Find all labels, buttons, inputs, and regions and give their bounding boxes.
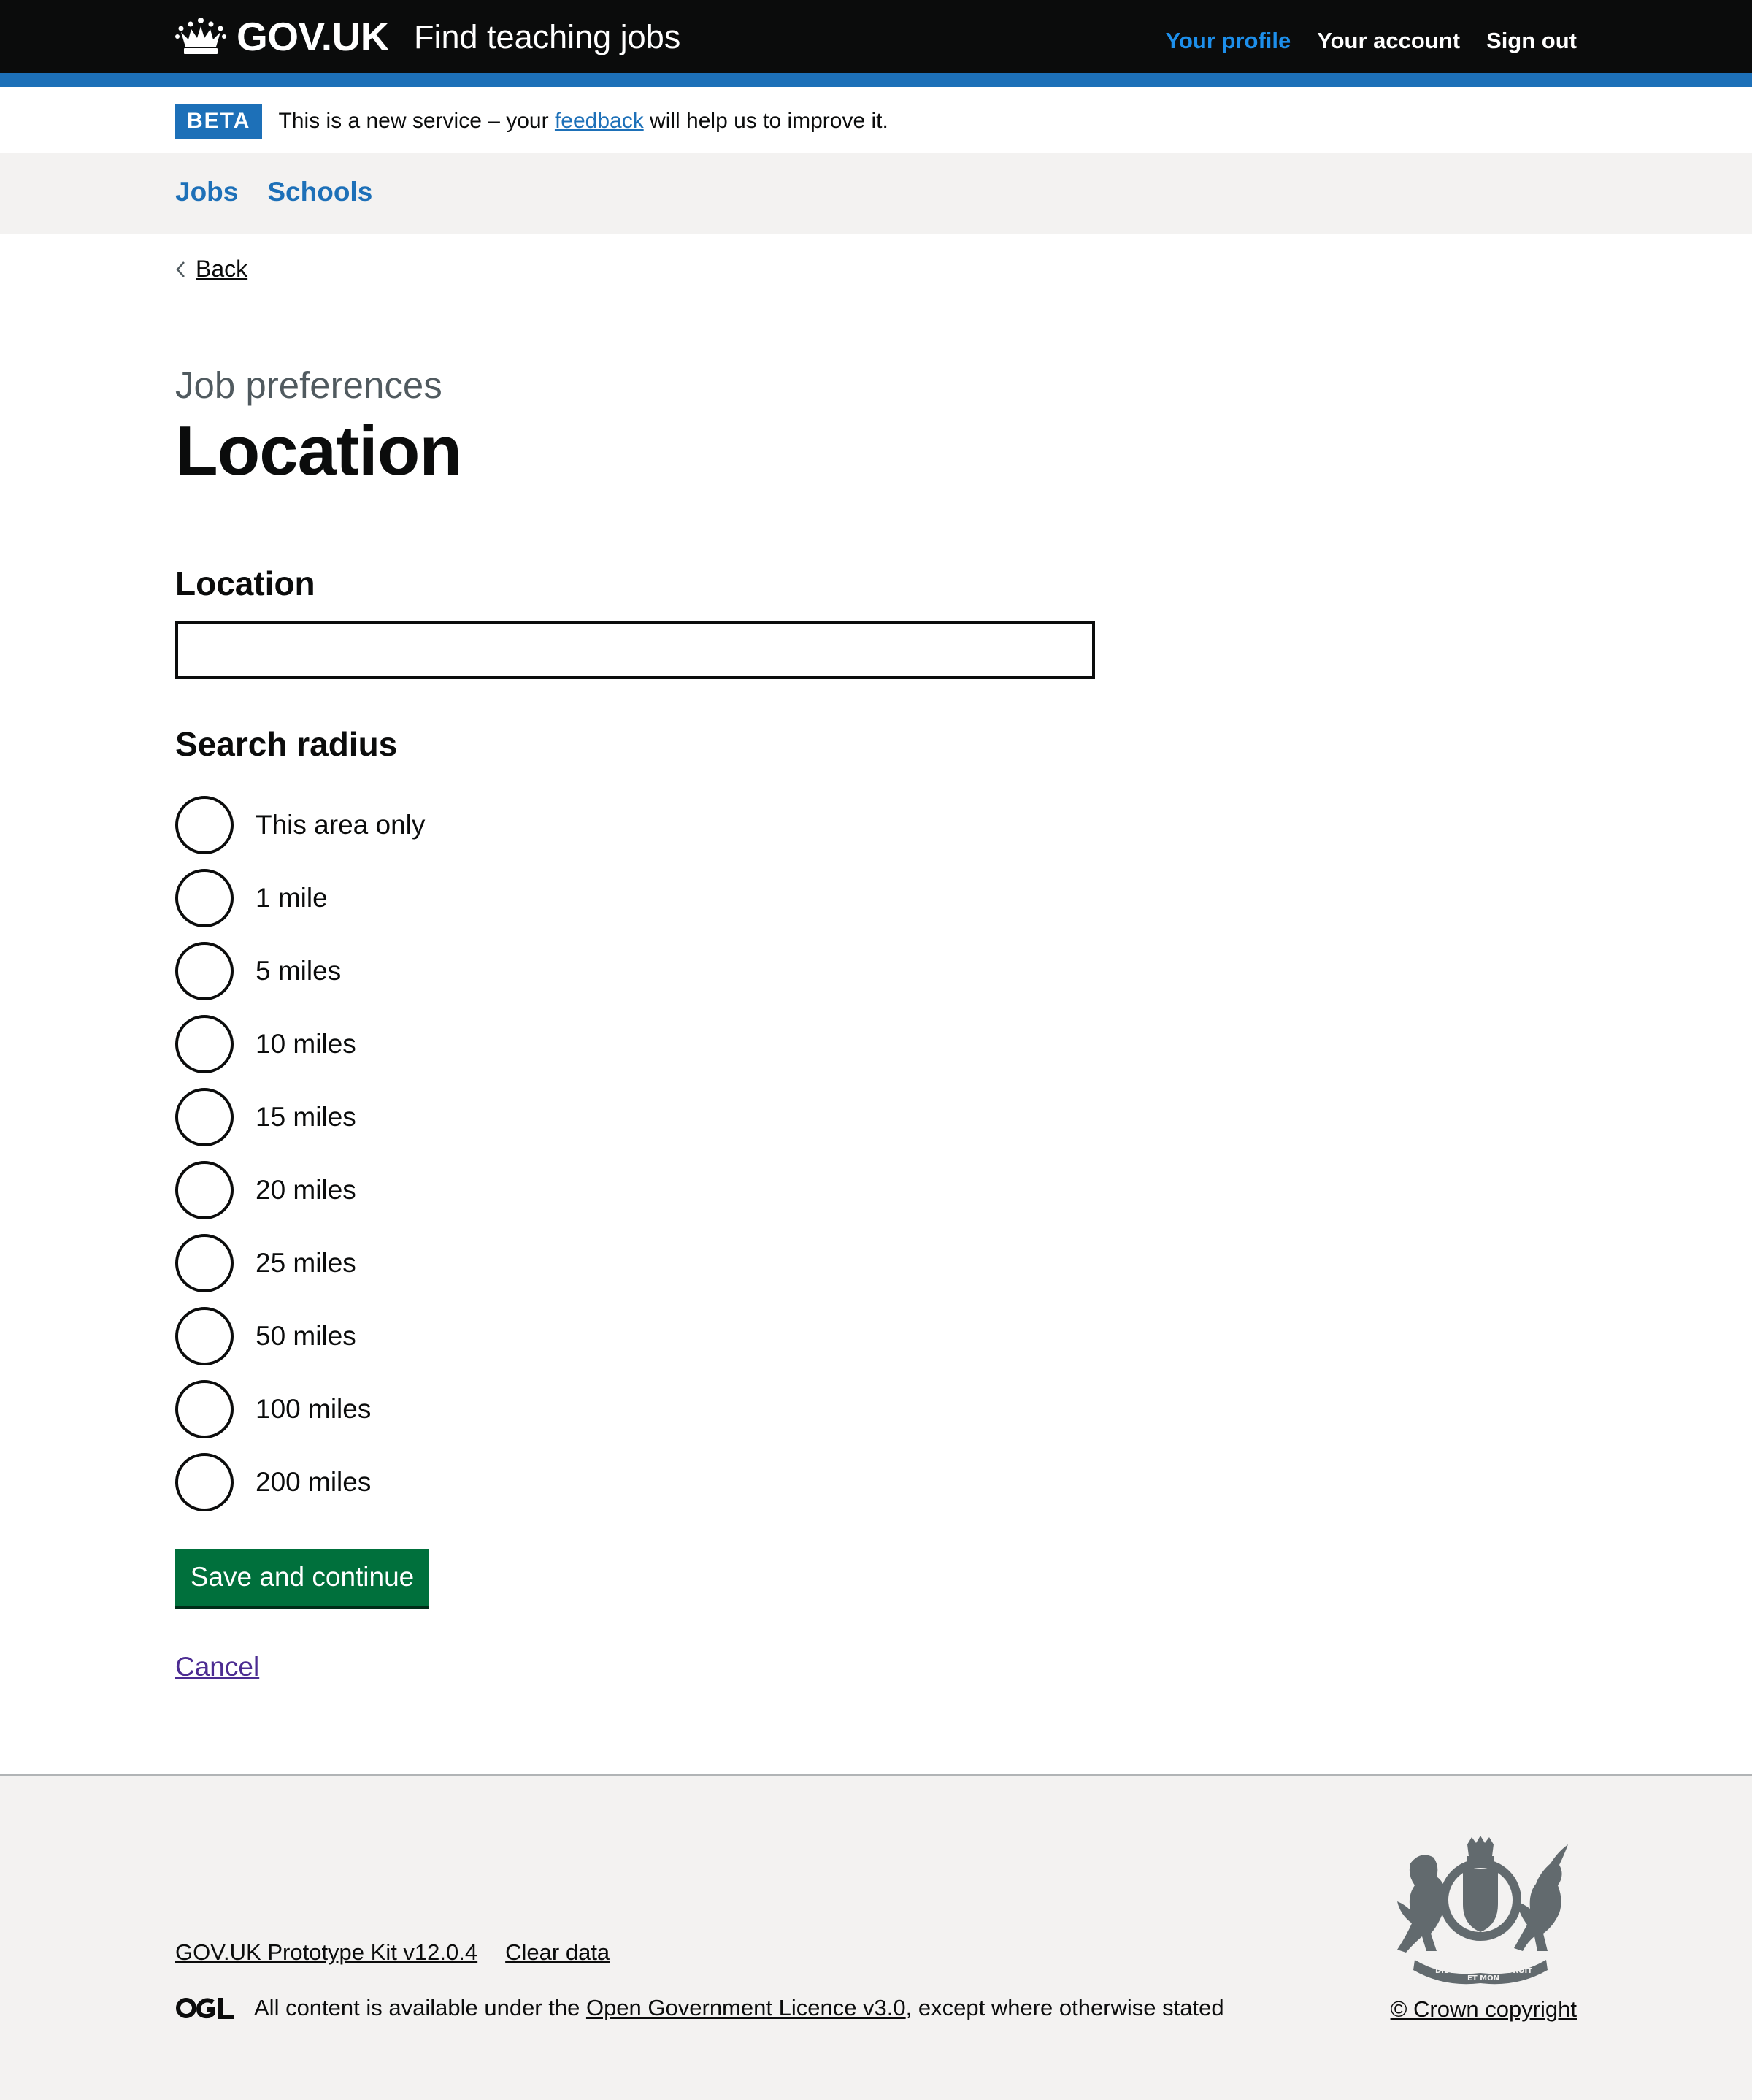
radio-1-mile[interactable]: 1 mile xyxy=(175,862,328,935)
radio-this-area-only[interactable]: This area only xyxy=(175,789,425,862)
prototype-kit-link[interactable]: GOV.UK Prototype Kit v12.0.4 xyxy=(175,1939,477,1966)
primary-navigation: Jobs Schools xyxy=(0,153,1752,234)
govuk-logo-link[interactable]: GOV.UK xyxy=(175,13,389,60)
ogl-licence-link[interactable]: Open Government Licence v3.0 xyxy=(586,1995,906,2020)
radio-label[interactable]: 100 miles xyxy=(256,1394,371,1425)
nav-your-account[interactable]: Your account xyxy=(1317,28,1460,54)
radio-15-miles[interactable]: 15 miles xyxy=(175,1081,356,1154)
clear-data-link[interactable]: Clear data xyxy=(505,1939,610,1966)
radio-button[interactable] xyxy=(175,942,234,1000)
cancel-link[interactable]: Cancel xyxy=(175,1652,259,1682)
radio-100-miles[interactable]: 100 miles xyxy=(175,1373,371,1446)
radio-label[interactable]: 50 miles xyxy=(256,1321,356,1352)
crown-icon xyxy=(175,18,226,54)
feedback-link[interactable]: feedback xyxy=(555,109,644,133)
radio-button[interactable] xyxy=(175,1161,234,1219)
phase-text-before: This is a new service – your xyxy=(278,109,555,133)
subnav-jobs[interactable]: Jobs xyxy=(175,177,238,207)
radio-20-miles[interactable]: 20 miles xyxy=(175,1154,356,1227)
footer-links: GOV.UK Prototype Kit v12.0.4 Clear data xyxy=(175,1939,610,1966)
radio-label[interactable]: 15 miles xyxy=(256,1102,356,1133)
phase-text-after: will help us to improve it. xyxy=(643,109,888,133)
radio-10-miles[interactable]: 10 miles xyxy=(175,1008,356,1081)
back-link[interactable]: Back xyxy=(196,256,247,283)
crown-copyright-link[interactable]: © Crown copyright xyxy=(1391,1996,1577,2023)
radio-label[interactable]: 1 mile xyxy=(256,883,328,913)
service-name[interactable]: Find teaching jobs xyxy=(414,19,680,55)
phase-banner-text: This is a new service – your feedback wi… xyxy=(278,109,888,134)
location-label: Location xyxy=(175,564,315,602)
radio-button[interactable] xyxy=(175,1088,234,1146)
radio-label[interactable]: This area only xyxy=(256,810,425,840)
licence-text-after: , except where otherwise stated xyxy=(905,1995,1224,2020)
crest-motto-et-mon: ET MON xyxy=(1467,1974,1499,1982)
beta-tag: BETA xyxy=(175,104,263,139)
licence-text: All content is available under the Open … xyxy=(254,1995,1224,2021)
search-radius-legend: Search radius xyxy=(175,725,398,763)
radio-5-miles[interactable]: 5 miles xyxy=(175,935,341,1008)
ogl-logo-icon xyxy=(176,1998,234,2019)
radio-label[interactable]: 200 miles xyxy=(256,1467,371,1498)
radio-button[interactable] xyxy=(175,1234,234,1292)
radio-label[interactable]: 25 miles xyxy=(256,1248,356,1279)
subnav-schools[interactable]: Schools xyxy=(267,177,372,207)
radio-button[interactable] xyxy=(175,1015,234,1073)
nav-sign-out[interactable]: Sign out xyxy=(1486,28,1577,54)
crest-motto-droit: DROIT xyxy=(1507,1967,1532,1975)
page-title: Location xyxy=(175,412,462,490)
location-input[interactable] xyxy=(175,621,1095,679)
radio-label[interactable]: 20 miles xyxy=(256,1175,356,1206)
radio-button[interactable] xyxy=(175,1307,234,1365)
radio-200-miles[interactable]: 200 miles xyxy=(175,1446,371,1519)
site-header: GOV.UK Find teaching jobs Your profile Y… xyxy=(0,0,1752,73)
crest-motto-dieu: DIEU xyxy=(1435,1967,1455,1975)
chevron-left-icon xyxy=(176,261,185,277)
account-nav: Your profile Your account Sign out xyxy=(1166,28,1577,54)
logo-text: GOV.UK xyxy=(237,13,389,59)
licence-text-before: All content is available under the xyxy=(254,1995,586,2020)
radio-label[interactable]: 10 miles xyxy=(256,1029,356,1059)
radio-button[interactable] xyxy=(175,1380,234,1438)
site-footer: DIEU ET MON DROIT GOV.UK Prototype Kit v… xyxy=(0,1774,1752,2100)
page-caption: Job preferences xyxy=(175,364,442,406)
header-accent-bar xyxy=(0,73,1752,87)
back-link-wrapper: Back xyxy=(175,256,247,283)
radio-button[interactable] xyxy=(175,869,234,927)
radio-25-miles[interactable]: 25 miles xyxy=(175,1227,356,1300)
radio-button[interactable] xyxy=(175,1453,234,1511)
licence-info: All content is available under the Open … xyxy=(175,1995,1224,2021)
royal-coat-of-arms-icon: DIEU ET MON DROIT xyxy=(1397,1836,1568,1985)
radio-button[interactable] xyxy=(175,796,234,854)
phase-banner: BETA This is a new service – your feedba… xyxy=(175,104,888,139)
nav-your-profile[interactable]: Your profile xyxy=(1166,28,1291,54)
save-and-continue-button[interactable]: Save and continue xyxy=(175,1549,429,1606)
radio-50-miles[interactable]: 50 miles xyxy=(175,1300,356,1373)
radio-label[interactable]: 5 miles xyxy=(256,956,341,986)
